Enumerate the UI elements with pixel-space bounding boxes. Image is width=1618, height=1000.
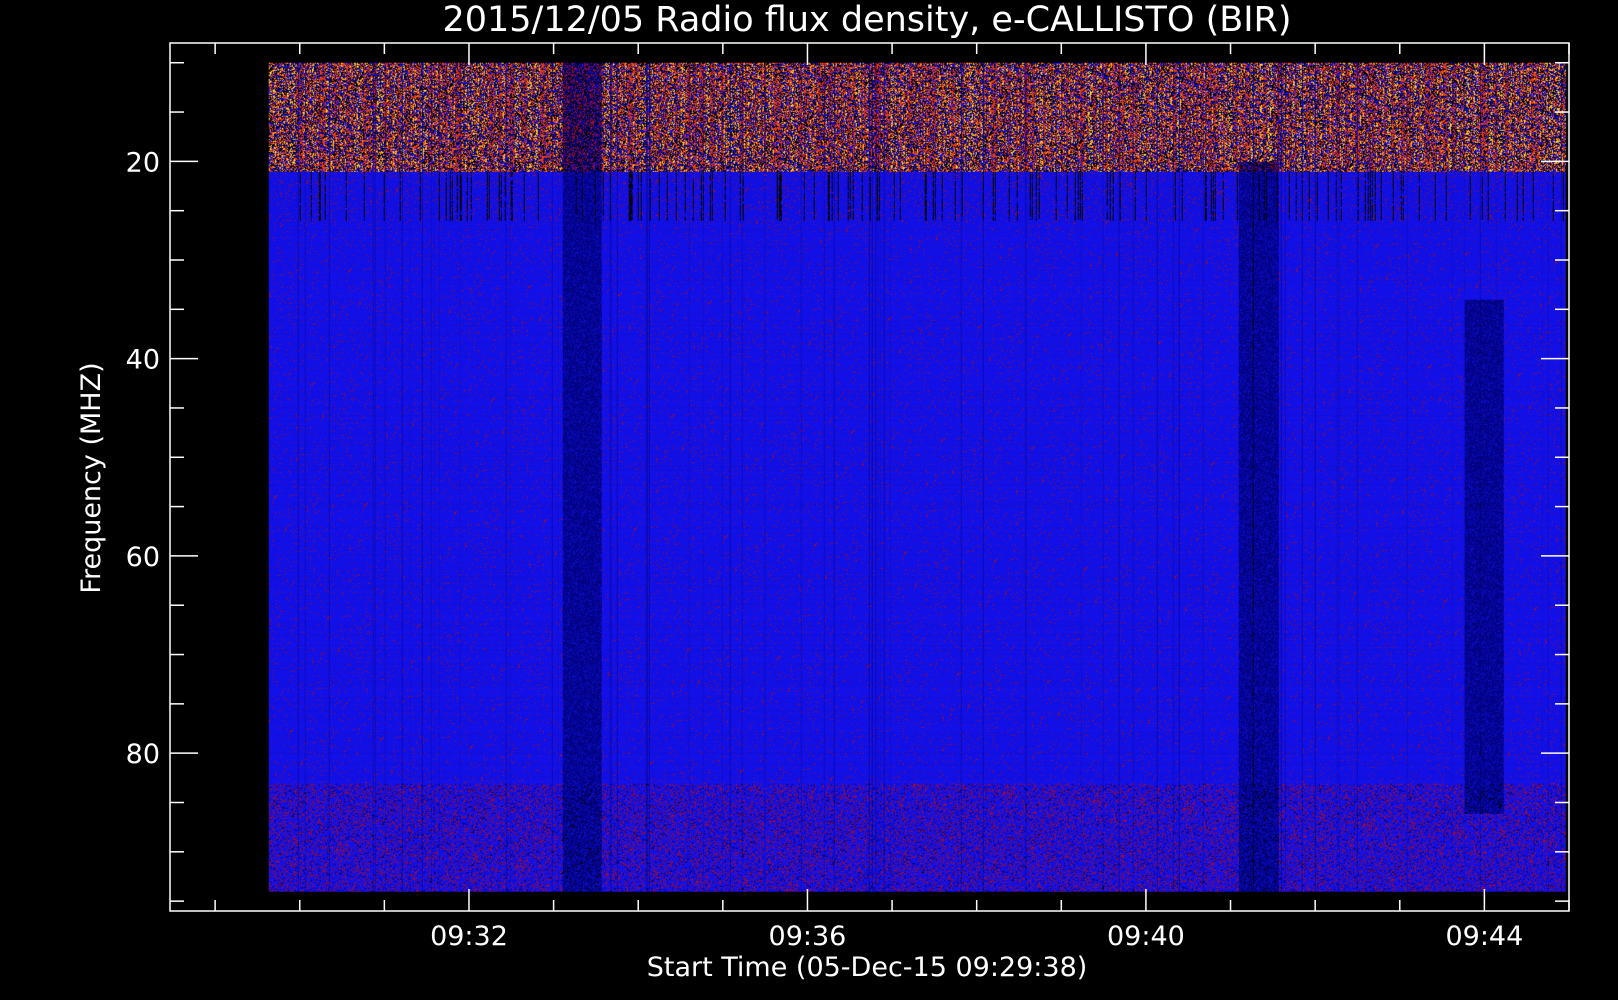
x-tick-label: 09:32 xyxy=(430,921,508,952)
y-tick-label: 40 xyxy=(126,345,160,376)
y-tick-label: 20 xyxy=(126,147,160,178)
x-tick-label: 09:36 xyxy=(769,921,847,952)
y-tick-label: 80 xyxy=(126,739,160,770)
y-axis-label: Frequency (MHZ) xyxy=(76,362,107,593)
spectrogram-image xyxy=(268,62,1566,892)
chart-title: 2015/12/05 Radio flux density, e-CALLIST… xyxy=(442,0,1291,40)
x-axis-label: Start Time (05-Dec-15 09:29:38) xyxy=(647,952,1088,983)
y-tick-label: 60 xyxy=(126,542,160,573)
plot-area xyxy=(268,62,1566,892)
x-tick-label: 09:40 xyxy=(1107,921,1185,952)
spectrogram-chart: 2015/12/05 Radio flux density, e-CALLIST… xyxy=(0,0,1618,1000)
x-tick-label: 09:44 xyxy=(1445,921,1523,952)
